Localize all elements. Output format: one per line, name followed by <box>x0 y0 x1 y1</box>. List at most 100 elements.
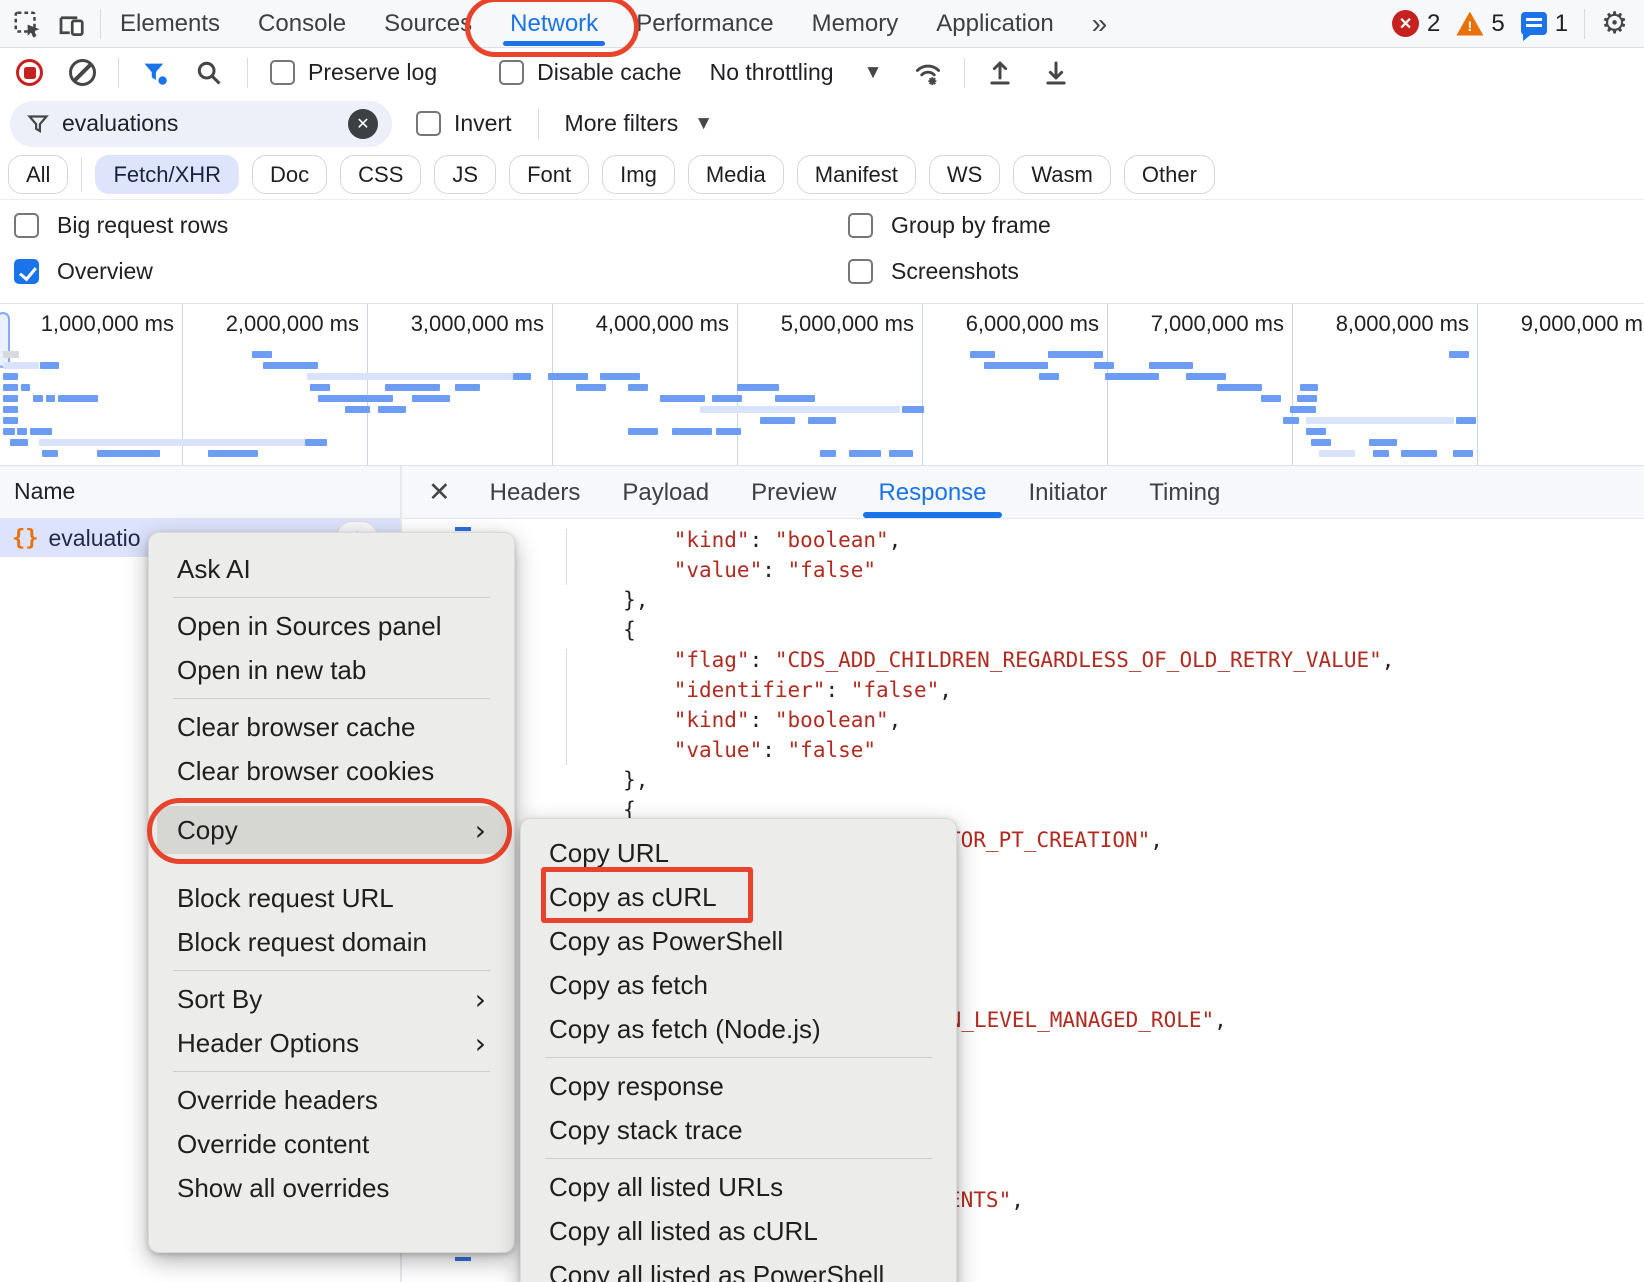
response-line: "value": "false" <box>522 735 876 765</box>
submenu-arrow-icon: › <box>475 814 486 847</box>
more-filters-button[interactable]: More filters ▼ <box>565 110 714 137</box>
tab-network[interactable]: Network <box>491 0 617 48</box>
waterfall-bar <box>1369 439 1397 446</box>
clear-network-log-icon[interactable] <box>69 59 96 86</box>
console-error-count[interactable]: ✕ 2 <box>1392 10 1440 38</box>
filter-input[interactable]: evaluations ✕ <box>10 101 392 147</box>
throttling-select[interactable]: No throttling ▼ <box>710 59 883 86</box>
menu-item-copy-as-curl[interactable]: Copy as cURL <box>529 875 948 919</box>
menu-item-clear-browser-cache[interactable]: Clear browser cache <box>157 705 506 749</box>
chip-doc[interactable]: Doc <box>252 155 327 194</box>
menu-item-open-in-new-tab[interactable]: Open in new tab <box>157 648 506 692</box>
tab-preview[interactable]: Preview <box>730 466 857 519</box>
menu-item-copy[interactable]: Copy› <box>157 806 506 854</box>
chip-img[interactable]: Img <box>602 155 675 194</box>
response-line-fragment: ENTS", <box>948 1185 1024 1215</box>
menu-item-copy-as-fetch[interactable]: Copy as fetch <box>529 963 948 1007</box>
fold-marker-icon[interactable] <box>455 527 471 531</box>
chip-all[interactable]: All <box>8 155 68 194</box>
chip-js[interactable]: JS <box>434 155 496 194</box>
more-tabs-icon[interactable]: » <box>1073 0 1127 48</box>
chip-wasm[interactable]: Wasm <box>1013 155 1111 194</box>
menu-item-override-headers[interactable]: Override headers <box>157 1078 506 1122</box>
device-toolbar-icon[interactable] <box>56 9 86 39</box>
menu-separator <box>173 597 490 598</box>
checkbox <box>416 111 441 136</box>
time-tick-label: 5,000,000 ms <box>714 311 914 337</box>
time-tick-label: 8,000,000 ms <box>1269 311 1469 337</box>
tab-response[interactable]: Response <box>857 466 1007 519</box>
close-icon[interactable]: ✕ <box>402 477 469 508</box>
time-tick-label: 2,000,000 ms <box>159 311 359 337</box>
chip-manifest[interactable]: Manifest <box>797 155 916 194</box>
menu-item-copy-as-fetch-node-js-[interactable]: Copy as fetch (Node.js) <box>529 1007 948 1051</box>
tab-sources[interactable]: Sources <box>365 0 491 48</box>
search-icon[interactable] <box>195 59 223 87</box>
import-har-icon[interactable] <box>985 58 1015 88</box>
response-line-fragment: ON_LEVEL_MANAGED_ROLE", <box>936 1005 1227 1035</box>
waterfall-bar <box>30 428 52 435</box>
menu-item-clear-browser-cookies[interactable]: Clear browser cookies <box>157 749 506 793</box>
filter-icon[interactable] <box>141 59 169 87</box>
group-by-frame-checkbox[interactable]: Group by frame <box>848 212 1051 239</box>
disable-cache-checkbox[interactable]: Disable cache <box>499 59 681 86</box>
waterfall-bar <box>1297 395 1317 402</box>
menu-item-copy-url[interactable]: Copy URL <box>529 831 948 875</box>
chip-media[interactable]: Media <box>688 155 784 194</box>
console-warning-count[interactable]: ! 5 <box>1456 10 1504 38</box>
invert-checkbox[interactable]: Invert <box>416 110 512 137</box>
chip-css[interactable]: CSS <box>340 155 421 194</box>
menu-item-copy-stack-trace[interactable]: Copy stack trace <box>529 1108 948 1152</box>
chip-other[interactable]: Other <box>1124 155 1215 194</box>
settings-gear-icon[interactable]: ⚙ <box>1601 9 1628 39</box>
waterfall-bar <box>1048 351 1103 358</box>
waterfall-bar <box>455 384 480 391</box>
menu-item-copy-as-powershell[interactable]: Copy as PowerShell <box>529 919 948 963</box>
waterfall-bar <box>307 373 517 380</box>
menu-item-copy-all-listed-as-powershell[interactable]: Copy all listed as PowerShell <box>529 1253 948 1282</box>
tab-performance[interactable]: Performance <box>617 0 792 48</box>
network-conditions-icon[interactable] <box>912 58 944 88</box>
menu-item-show-all-overrides[interactable]: Show all overrides <box>157 1166 506 1210</box>
chip-ws[interactable]: WS <box>929 155 1000 194</box>
chip-fetch-xhr[interactable]: Fetch/XHR <box>95 155 239 194</box>
warning-icon: ! <box>1456 12 1483 36</box>
waterfall-bar <box>716 428 741 435</box>
fold-marker-icon[interactable] <box>455 1257 471 1261</box>
message-icon <box>1521 12 1547 35</box>
menu-item-copy-all-listed-as-curl[interactable]: Copy all listed as cURL <box>529 1209 948 1253</box>
tab-timing[interactable]: Timing <box>1128 466 1241 519</box>
tab-payload[interactable]: Payload <box>601 466 730 519</box>
clear-filter-icon[interactable]: ✕ <box>348 109 378 139</box>
menu-item-ask-ai[interactable]: Ask AI <box>157 547 506 591</box>
devtools-window: Elements Console Sources Network Perform… <box>0 0 1644 1282</box>
record-button[interactable] <box>16 59 43 86</box>
console-message-count[interactable]: 1 <box>1521 10 1568 38</box>
menu-item-copy-all-listed-urls[interactable]: Copy all listed URLs <box>529 1165 948 1209</box>
menu-item-block-request-domain[interactable]: Block request domain <box>157 920 506 964</box>
network-overview-timeline[interactable]: 1,000,000 ms2,000,000 ms3,000,000 ms4,00… <box>0 303 1644 466</box>
chip-font[interactable]: Font <box>509 155 589 194</box>
big-request-rows-checkbox[interactable]: Big request rows <box>14 212 228 239</box>
export-har-icon[interactable] <box>1041 58 1071 88</box>
preserve-log-checkbox[interactable]: Preserve log <box>270 59 437 86</box>
menu-item-override-content[interactable]: Override content <box>157 1122 506 1166</box>
menu-item-open-in-sources-panel[interactable]: Open in Sources panel <box>157 604 506 648</box>
menu-item-block-request-url[interactable]: Block request URL <box>157 876 506 920</box>
waterfall-bar <box>3 362 39 369</box>
name-column-header[interactable]: Name <box>14 478 75 505</box>
menu-item-header-options[interactable]: Header Options› <box>157 1021 506 1065</box>
tab-application[interactable]: Application <box>917 0 1072 48</box>
inspect-element-icon[interactable] <box>12 9 42 39</box>
screenshots-checkbox[interactable]: Screenshots <box>848 258 1019 285</box>
tab-console[interactable]: Console <box>239 0 365 48</box>
overview-checkbox[interactable]: Overview <box>14 258 153 285</box>
menu-item-copy-response[interactable]: Copy response <box>529 1064 948 1108</box>
tab-headers[interactable]: Headers <box>469 466 602 519</box>
tab-memory[interactable]: Memory <box>793 0 918 48</box>
tab-elements[interactable]: Elements <box>101 0 239 48</box>
tab-initiator[interactable]: Initiator <box>1008 466 1129 519</box>
menu-item-sort-by[interactable]: Sort By› <box>157 977 506 1021</box>
waterfall-bar <box>1306 417 1454 424</box>
time-tick-label: 3,000,000 ms <box>344 311 544 337</box>
